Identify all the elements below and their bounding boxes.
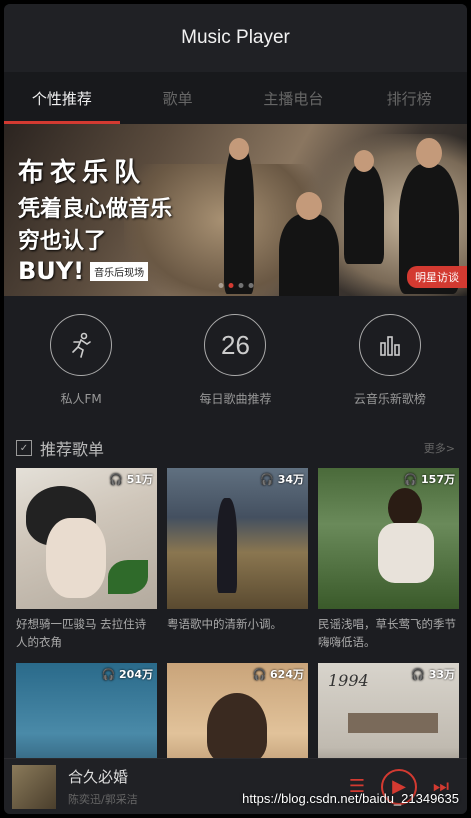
pagination-dot[interactable] [228, 283, 233, 288]
daily-recommend-button[interactable]: 26 每日歌曲推荐 [158, 314, 312, 428]
pagination-dot[interactable] [218, 283, 223, 288]
title-bar: Music Player [4, 4, 467, 72]
app-title: Music Player [181, 27, 290, 48]
section-title-text: 推荐歌单 [40, 440, 105, 459]
tab-bar: 个性推荐 歌单 主播电台 排行榜 [4, 72, 467, 124]
playlist-cover: 🎧 51万 [16, 468, 157, 609]
band-member-head [229, 138, 249, 160]
band-member-head [416, 138, 442, 168]
band-member-head [354, 150, 374, 172]
play-count: 🎧 34万 [260, 473, 304, 486]
cover-bench [348, 713, 438, 733]
tab-charts[interactable]: 排行榜 [351, 88, 467, 109]
cover-figure [46, 518, 106, 598]
play-count-value: 624万 [270, 668, 304, 681]
cover-figure [217, 498, 237, 593]
cover-figure [207, 693, 267, 763]
play-count-value: 33万 [428, 668, 455, 681]
cover-figure [378, 523, 434, 583]
now-playing-title: 合久必婚 [68, 768, 129, 786]
banner-text: 布衣乐队 凭着良心做音乐 穷也认了 BUY! 音乐后现场 [18, 152, 172, 285]
band-member [344, 164, 384, 264]
quick-actions: 私人FM 26 每日歌曲推荐 云音乐新歌榜 [4, 296, 467, 428]
play-count: 🎧 33万 [411, 668, 455, 681]
playlist-card[interactable]: 🎧 34万 粤语歌中的清新小调。 [167, 468, 308, 653]
playlist-caption: 粤语歌中的清新小调。 [167, 617, 282, 631]
recommended-playlists-header: ✓ 推荐歌单 更多> [4, 428, 467, 468]
play-count: 🎧 157万 [403, 473, 456, 486]
playlist-cover: 🎧 157万 [318, 468, 459, 609]
playlist-caption: 好想骑一匹骏马 去拉住诗人的衣角 [16, 617, 147, 649]
banner[interactable]: 布衣乐队 凭着良心做音乐 穷也认了 BUY! 音乐后现场 明星访谈 [4, 124, 467, 296]
quick-label: 每日歌曲推荐 [199, 392, 272, 406]
band-member [279, 214, 339, 296]
play-count: 🎧 624万 [252, 668, 305, 681]
calendar-day-number: 26 [204, 314, 267, 376]
pagination-dot[interactable] [238, 283, 243, 288]
play-count-value: 51万 [126, 473, 153, 486]
play-count: 🎧 51万 [109, 473, 153, 486]
cover-year: 1994 [328, 671, 369, 690]
cover-figure [388, 488, 422, 528]
banner-line: BUY! 音乐后现场 [18, 257, 172, 285]
banner-tag: 音乐后现场 [90, 261, 149, 281]
new-songs-chart-button[interactable]: 云音乐新歌榜 [313, 314, 467, 428]
playlist-caption: 民谣浅唱，草长莺飞的季节嗨嗨低语。 [318, 617, 456, 649]
play-count-value: 204万 [119, 668, 153, 681]
more-link[interactable]: 更多> [424, 440, 455, 456]
tab-radio[interactable]: 主播电台 [236, 88, 352, 109]
pagination-dot[interactable] [248, 283, 253, 288]
banner-line: 凭着良心做音乐 [18, 197, 173, 222]
banner-line: 布衣乐队 [18, 158, 147, 188]
play-count-value: 157万 [421, 473, 455, 486]
playlist-cover: 🎧 34万 [167, 468, 308, 609]
playlist-card[interactable]: 🎧 51万 好想骑一匹骏马 去拉住诗人的衣角 [16, 468, 157, 653]
band-member-head [296, 192, 322, 220]
running-person-icon [50, 314, 113, 376]
private-fm-button[interactable]: 私人FM [4, 314, 158, 428]
playlist-card[interactable]: 🎧 157万 民谣浅唱，草长莺飞的季节嗨嗨低语。 [318, 468, 459, 653]
banner-badge: 明星访谈 [407, 266, 467, 288]
play-count-value: 34万 [277, 473, 304, 486]
bar-chart-icon [358, 314, 421, 376]
now-playing-cover[interactable] [12, 764, 56, 809]
app-screen: Music Player 个性推荐 歌单 主播电台 排行榜 布衣乐队 凭着良心做… [4, 4, 467, 814]
quick-label: 私人FM [60, 392, 102, 406]
tab-playlists[interactable]: 歌单 [120, 88, 236, 109]
band-member [224, 144, 254, 294]
check-square-icon: ✓ [16, 440, 32, 456]
play-count: 🎧 204万 [101, 668, 154, 681]
tab-personal-recommend[interactable]: 个性推荐 [4, 88, 120, 109]
banner-line: 穷也认了 [18, 229, 107, 254]
cover-leaf [108, 560, 148, 594]
quick-label: 云音乐新歌榜 [353, 392, 426, 406]
playlist-grid: 🎧 51万 好想骑一匹骏马 去拉住诗人的衣角 🎧 34万 粤语歌中的清新小调。 … [4, 468, 467, 804]
banner-buy: BUY! [18, 257, 85, 285]
watermark: https://blog.csdn.net/baidu_21349635 [242, 791, 459, 806]
banner-pagination [218, 283, 253, 288]
section-title: ✓ 推荐歌单 [16, 436, 104, 460]
